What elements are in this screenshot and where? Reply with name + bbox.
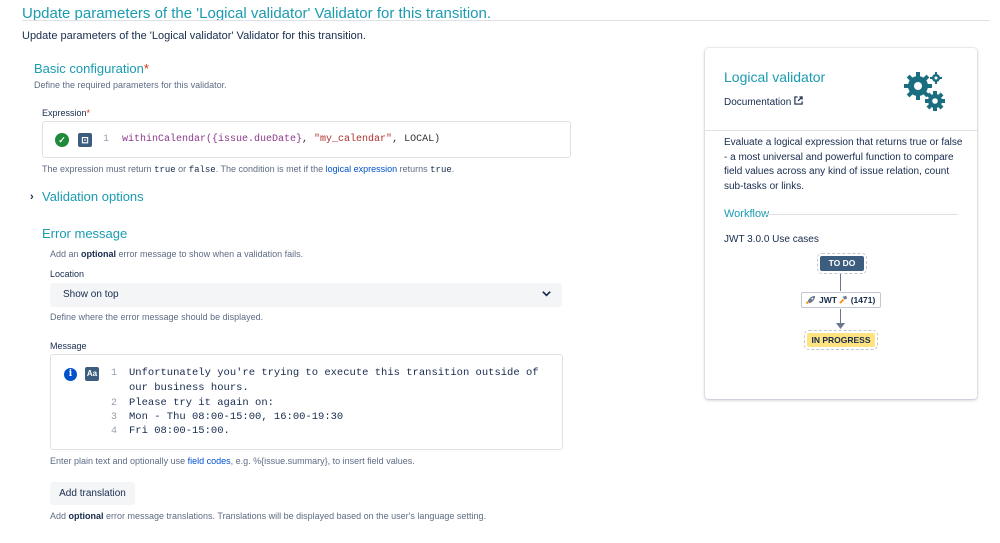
status-from-badge: TO DO [817,253,867,274]
message-line: Fri 08:00-15:00. [129,425,230,437]
required-mark: * [143,61,149,76]
validation-options-toggle[interactable]: Validation options [42,189,144,204]
workflow-connector [840,274,841,291]
expression-mode-icon[interactable]: ⊡ [78,133,92,147]
basic-configuration-help: Define the required parameters for this … [34,80,227,90]
expression-code[interactable]: withinCalendar({issue.dueDate}, "my_cale… [122,134,440,145]
workflow-divider [765,214,958,215]
gears-icon [904,72,945,111]
message-line: Mon - Thu 08:00-15:00, 16:00-19:30 [129,411,344,423]
check-circle-icon: ✓ [55,133,69,147]
location-label: Location [50,269,85,279]
text-mode-icon[interactable]: Aa [85,367,99,381]
message-editor[interactable]: i Aa 1 Unfortunately you're trying to ex… [50,354,563,450]
basic-configuration-title: Basic configuration* [34,61,149,76]
line-number: 2 [111,398,118,409]
message-help: Enter plain text and optionally use fiel… [50,456,415,466]
field-codes-link[interactable]: field codes [188,456,231,466]
rocket-icon [805,295,816,305]
chevron-right-icon[interactable]: › [30,191,34,203]
workflow-title: Workflow [724,208,770,220]
error-message-title: Error message [42,226,128,241]
card-title: Logical validator [724,69,826,85]
line-number: 1 [111,368,118,379]
expression-editor[interactable]: ✓ ⊡ 1 withinCalendar({issue.dueDate}, "m… [42,121,571,158]
line-number: 4 [111,426,118,437]
error-message-help: Add an optional error message to show wh… [50,249,304,259]
message-line: our business hours. [129,382,249,394]
hammer-icon [839,295,848,304]
status-to-badge: IN PROGRESS [804,330,878,350]
documentation-link[interactable]: Documentation [724,96,803,108]
card-divider [705,130,977,131]
location-help: Define where the error message should be… [50,312,264,322]
chevron-down-icon [542,291,551,297]
external-link-icon [794,96,803,105]
add-translation-button[interactable]: Add translation [50,482,135,505]
logical-expression-link[interactable]: logical expression [326,164,398,174]
location-value: Show on top [63,289,119,300]
message-label: Message [50,341,87,351]
message-line: Please try it again on: [129,397,274,409]
card-description: Evaluate a logical expression that retur… [724,137,963,192]
line-number: 1 [103,134,110,145]
message-line: Unfortunately you're trying to execute t… [129,367,539,379]
page-subtitle: Update parameters of the 'Logical valida… [22,30,366,42]
expression-label: Expression* [42,108,91,118]
location-select[interactable]: Show on top [50,283,562,307]
header-divider [22,20,990,21]
info-icon[interactable]: i [64,368,77,381]
line-number: 3 [111,412,118,423]
expression-help: The expression must return true or false… [42,164,455,175]
use-case-label: JWT 3.0.0 Use cases [724,234,819,245]
validator-info-card: Logical validator Documentation Evaluate… [705,48,977,399]
transition-box: JWT (1471) [801,292,881,308]
translation-help: Add optional error message translations.… [50,511,486,521]
arrow-down-icon [836,323,845,329]
